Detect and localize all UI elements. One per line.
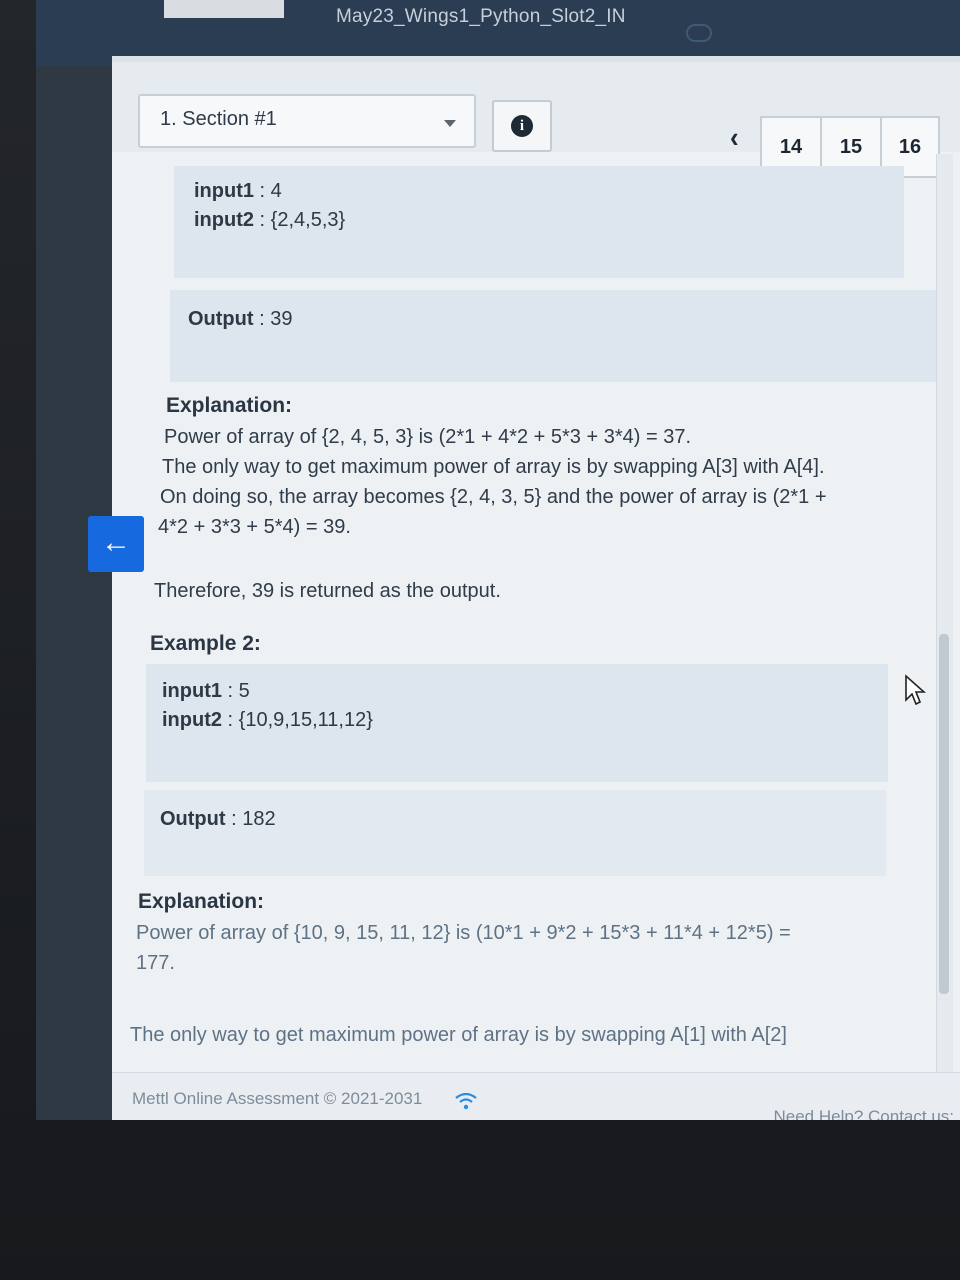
footer-copyright: Mettl Online Assessment © 2021-2031 xyxy=(132,1089,423,1108)
arrow-left-icon: ← xyxy=(101,526,131,559)
input2-value: : {2,4,5,3} xyxy=(254,209,346,231)
example2-next-line: The only way to get maximum power of arr… xyxy=(130,1024,787,1046)
info-icon: i xyxy=(511,115,533,137)
input1-key: input1 xyxy=(162,680,222,702)
scrollbar-thumb[interactable] xyxy=(939,634,949,994)
input2-key: input2 xyxy=(162,709,222,731)
output-value: : 182 xyxy=(225,808,276,830)
example1-explanation-line-1: Power of array of {2, 4, 5, 3} is (2*1 +… xyxy=(164,426,692,448)
example1-explanation-line-4: 4*2 + 3*3 + 5*4) = 39. xyxy=(158,516,351,538)
question-panel: 1. Section #1 i ‹ 14 15 16 input1 : 4 in… xyxy=(112,56,960,1120)
example1-explanation-line-3: On doing so, the array becomes {2, 4, 3,… xyxy=(160,486,827,508)
input1-key: input1 xyxy=(194,180,254,202)
example2-explanation-heading: Explanation: xyxy=(138,890,265,913)
input1-value: : 5 xyxy=(222,680,250,702)
cloud-icon xyxy=(686,24,712,42)
scrollbar[interactable] xyxy=(936,154,953,1072)
screen: May23_Wings1_Python_Slot2_IN 1. Section … xyxy=(36,0,960,1120)
logo-block xyxy=(164,0,284,18)
example2-explanation-line-2: 177. xyxy=(136,952,175,974)
question-content: input1 : 4 input2 : {2,4,5,3} Output : 3… xyxy=(112,154,960,1072)
example1-input2-row: input2 : {2,4,5,3} xyxy=(194,209,884,232)
wifi-icon xyxy=(455,1092,477,1110)
output-value: : 39 xyxy=(253,308,293,330)
chevron-left-icon[interactable]: ‹ xyxy=(730,120,739,154)
example2-input2-row: input2 : {10,9,15,11,12} xyxy=(162,709,872,732)
example2-explanation-line-1: Power of array of {10, 9, 15, 11, 12} is… xyxy=(136,922,791,944)
section-dropdown[interactable]: 1. Section #1 xyxy=(138,94,476,148)
example2-output-box: Output : 182 xyxy=(144,790,886,876)
input2-key: input2 xyxy=(194,209,254,231)
example2-output-row: Output : 182 xyxy=(160,808,870,831)
input2-value: : {10,9,15,11,12} xyxy=(222,709,373,731)
example1-output-box: Output : 39 xyxy=(170,290,936,382)
example1-explanation-line-2: The only way to get maximum power of arr… xyxy=(162,456,825,478)
mouse-cursor-icon xyxy=(905,674,926,706)
footer: Mettl Online Assessment © 2021-2031 Need… xyxy=(112,1072,960,1120)
test-title: May23_Wings1_Python_Slot2_IN xyxy=(336,6,626,27)
example1-explanation-heading: Explanation: xyxy=(166,394,293,417)
section-dropdown-label: 1. Section #1 xyxy=(160,108,277,130)
output-key: Output xyxy=(160,808,226,830)
example2-input-box: input1 : 5 input2 : {10,9,15,11,12} xyxy=(146,664,888,782)
example2-heading: Example 2: xyxy=(150,632,261,655)
need-help-link[interactable]: Need Help? Contact us: xyxy=(774,1107,955,1120)
chevron-down-icon xyxy=(444,120,456,127)
info-button[interactable]: i xyxy=(492,100,552,152)
example1-output-row: Output : 39 xyxy=(188,308,918,331)
example1-conclusion: Therefore, 39 is returned as the output. xyxy=(154,580,501,602)
example2-input1-row: input1 : 5 xyxy=(162,680,872,703)
back-arrow-button[interactable]: ← xyxy=(88,516,144,572)
question-toolbar: 1. Section #1 i ‹ 14 15 16 xyxy=(112,62,960,178)
example1-input1-row: input1 : 4 xyxy=(194,180,884,203)
output-key: Output xyxy=(188,308,254,330)
example1-input-box: input1 : 4 input2 : {2,4,5,3} xyxy=(174,166,904,278)
input1-value: : 4 xyxy=(254,180,282,202)
